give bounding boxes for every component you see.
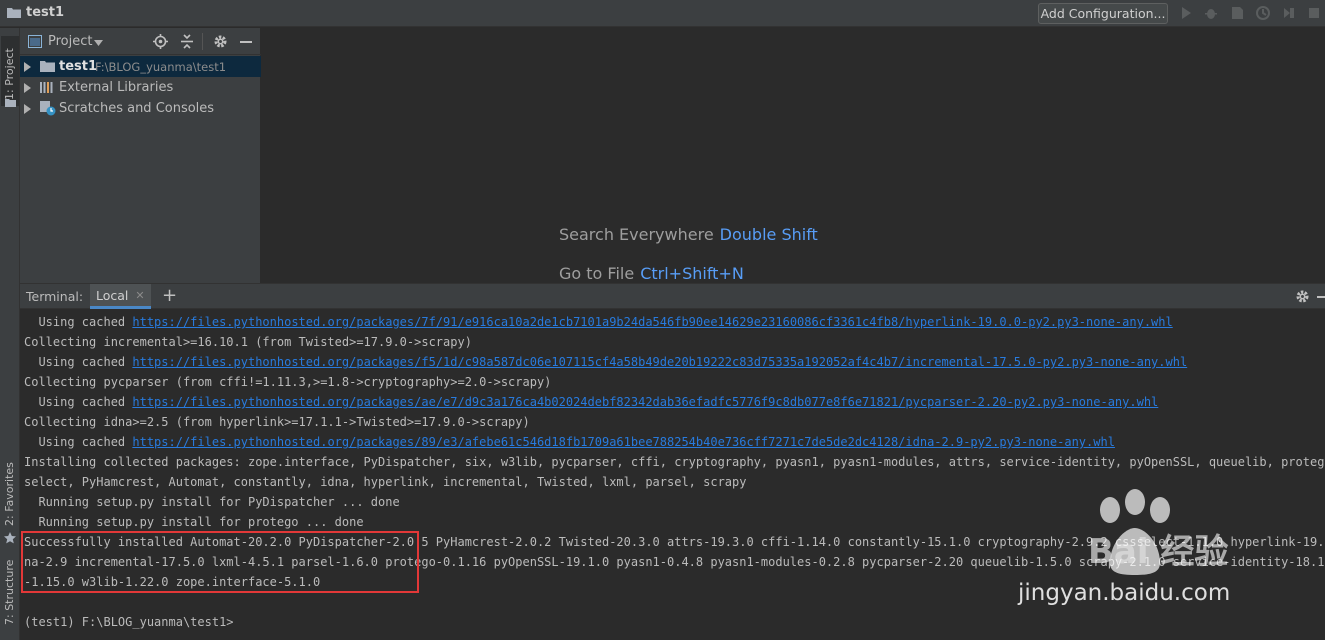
project-panel-header: Project — [20, 28, 261, 55]
terminal-line: Collecting idna>=2.5 (from hyperlink>=17… — [24, 415, 530, 429]
baidu-watermark: Bai 经验 jingyan.baidu.com — [1010, 488, 1320, 618]
divider — [202, 33, 203, 50]
concurrency-icon[interactable] — [1281, 5, 1297, 21]
terminal-link[interactable]: https://files.pythonhosted.org/packages/… — [132, 355, 1187, 369]
tab-structure[interactable]: 7: Structure — [1, 543, 19, 633]
run-icon[interactable] — [1178, 5, 1194, 21]
library-icon — [40, 82, 53, 93]
minimize-icon[interactable] — [1317, 296, 1325, 298]
project-view-icon — [28, 35, 42, 48]
tree-item-path: F:\BLOG_yuanma\test1 — [95, 59, 227, 74]
terminal-line-prefix: Using cached — [24, 355, 133, 369]
terminal-line: Using cached https://files.pythonhosted.… — [24, 435, 1115, 449]
tree-item-label: Scratches and Consoles — [59, 101, 215, 116]
expand-arrow-icon[interactable] — [24, 104, 31, 114]
tree-item-scratches[interactable]: Scratches and Consoles — [20, 98, 261, 119]
terminal-line: Using cached https://files.pythonhosted.… — [24, 395, 1158, 409]
folder-icon — [5, 99, 16, 107]
folder-icon — [40, 61, 55, 72]
gear-icon[interactable] — [1295, 289, 1310, 304]
tree-item-label: test1 — [59, 59, 98, 74]
highlight-box — [21, 531, 419, 593]
terminal-line: Using cached https://files.pythonhosted.… — [24, 315, 1172, 329]
gear-icon[interactable] — [213, 34, 228, 49]
hint-go-to-file: Go to File Ctrl+Shift+N — [559, 264, 744, 283]
folder-icon — [7, 8, 21, 18]
watermark-url: jingyan.baidu.com — [1018, 580, 1231, 606]
terminal-label: Terminal: — [26, 289, 84, 304]
terminal-line: select, PyHamcrest, Automat, constantly,… — [24, 475, 747, 489]
new-terminal-button[interactable]: + — [162, 285, 177, 306]
collapse-all-icon[interactable] — [180, 34, 194, 49]
tree-item-external-libraries[interactable]: External Libraries — [20, 77, 261, 98]
terminal-link[interactable]: https://files.pythonhosted.org/packages/… — [132, 395, 1158, 409]
coverage-icon[interactable] — [1229, 5, 1245, 21]
tab-project[interactable]: 1: Project — [1, 36, 19, 107]
terminal-line-prefix: Using cached — [24, 395, 133, 409]
chevron-down-icon[interactable] — [94, 40, 103, 46]
terminal-line: Collecting pycparser (from cffi!=1.11.3,… — [24, 375, 552, 389]
tab-favorites[interactable]: 2: Favorites — [1, 448, 19, 544]
debug-icon[interactable] — [1203, 5, 1219, 21]
terminal-line: Using cached https://files.pythonhosted.… — [24, 355, 1187, 369]
terminal-link[interactable]: https://files.pythonhosted.org/packages/… — [132, 435, 1115, 449]
project-panel: Project test1 F:\BLOG_yuanma\test1 Exter… — [20, 28, 261, 283]
terminal-header: Terminal: Local ✕ + — [20, 283, 1325, 309]
terminal-line-prefix: Using cached — [24, 315, 133, 329]
tree-item-test1[interactable]: test1 F:\BLOG_yuanma\test1 — [20, 56, 261, 77]
tab-local[interactable]: Local ✕ — [90, 284, 151, 309]
terminal-line: Running setup.py install for protego ...… — [24, 515, 364, 529]
left-tool-strip: 1: Project 2: Favorites 7: Structure — [0, 28, 20, 640]
terminal-line: Installing collected packages: zope.inte… — [24, 455, 1325, 469]
expand-arrow-icon[interactable] — [24, 83, 31, 93]
terminal-line-prefix: Using cached — [24, 435, 133, 449]
terminal-link[interactable]: https://files.pythonhosted.org/packages/… — [132, 315, 1172, 329]
locate-icon[interactable] — [153, 34, 168, 49]
editor-empty-area: Search Everywhere Double Shift Go to File… — [262, 28, 1325, 283]
terminal-line: Collecting incremental>=16.10.1 (from Tw… — [24, 335, 472, 349]
project-panel-title[interactable]: Project — [48, 34, 92, 49]
profile-icon[interactable] — [1255, 5, 1271, 21]
add-configuration-button[interactable]: Add Configuration... — [1038, 3, 1168, 24]
hint-search-everywhere: Search Everywhere Double Shift — [559, 225, 818, 244]
project-name[interactable]: test1 — [26, 5, 64, 20]
scratches-icon — [40, 101, 56, 116]
watermark-brand: Bai 经验 — [1088, 532, 1229, 572]
terminal-line: (test1) F:\BLOG_yuanma\test1> — [24, 615, 234, 629]
stop-icon[interactable] — [1306, 5, 1322, 21]
terminal-line: Running setup.py install for PyDispatche… — [24, 495, 400, 509]
title-bar: test1 Add Configuration... — [0, 0, 1325, 27]
expand-arrow-icon[interactable] — [24, 62, 31, 72]
close-icon[interactable]: ✕ — [135, 289, 144, 302]
minimize-icon[interactable] — [240, 41, 252, 43]
tree-item-label: External Libraries — [59, 80, 174, 95]
